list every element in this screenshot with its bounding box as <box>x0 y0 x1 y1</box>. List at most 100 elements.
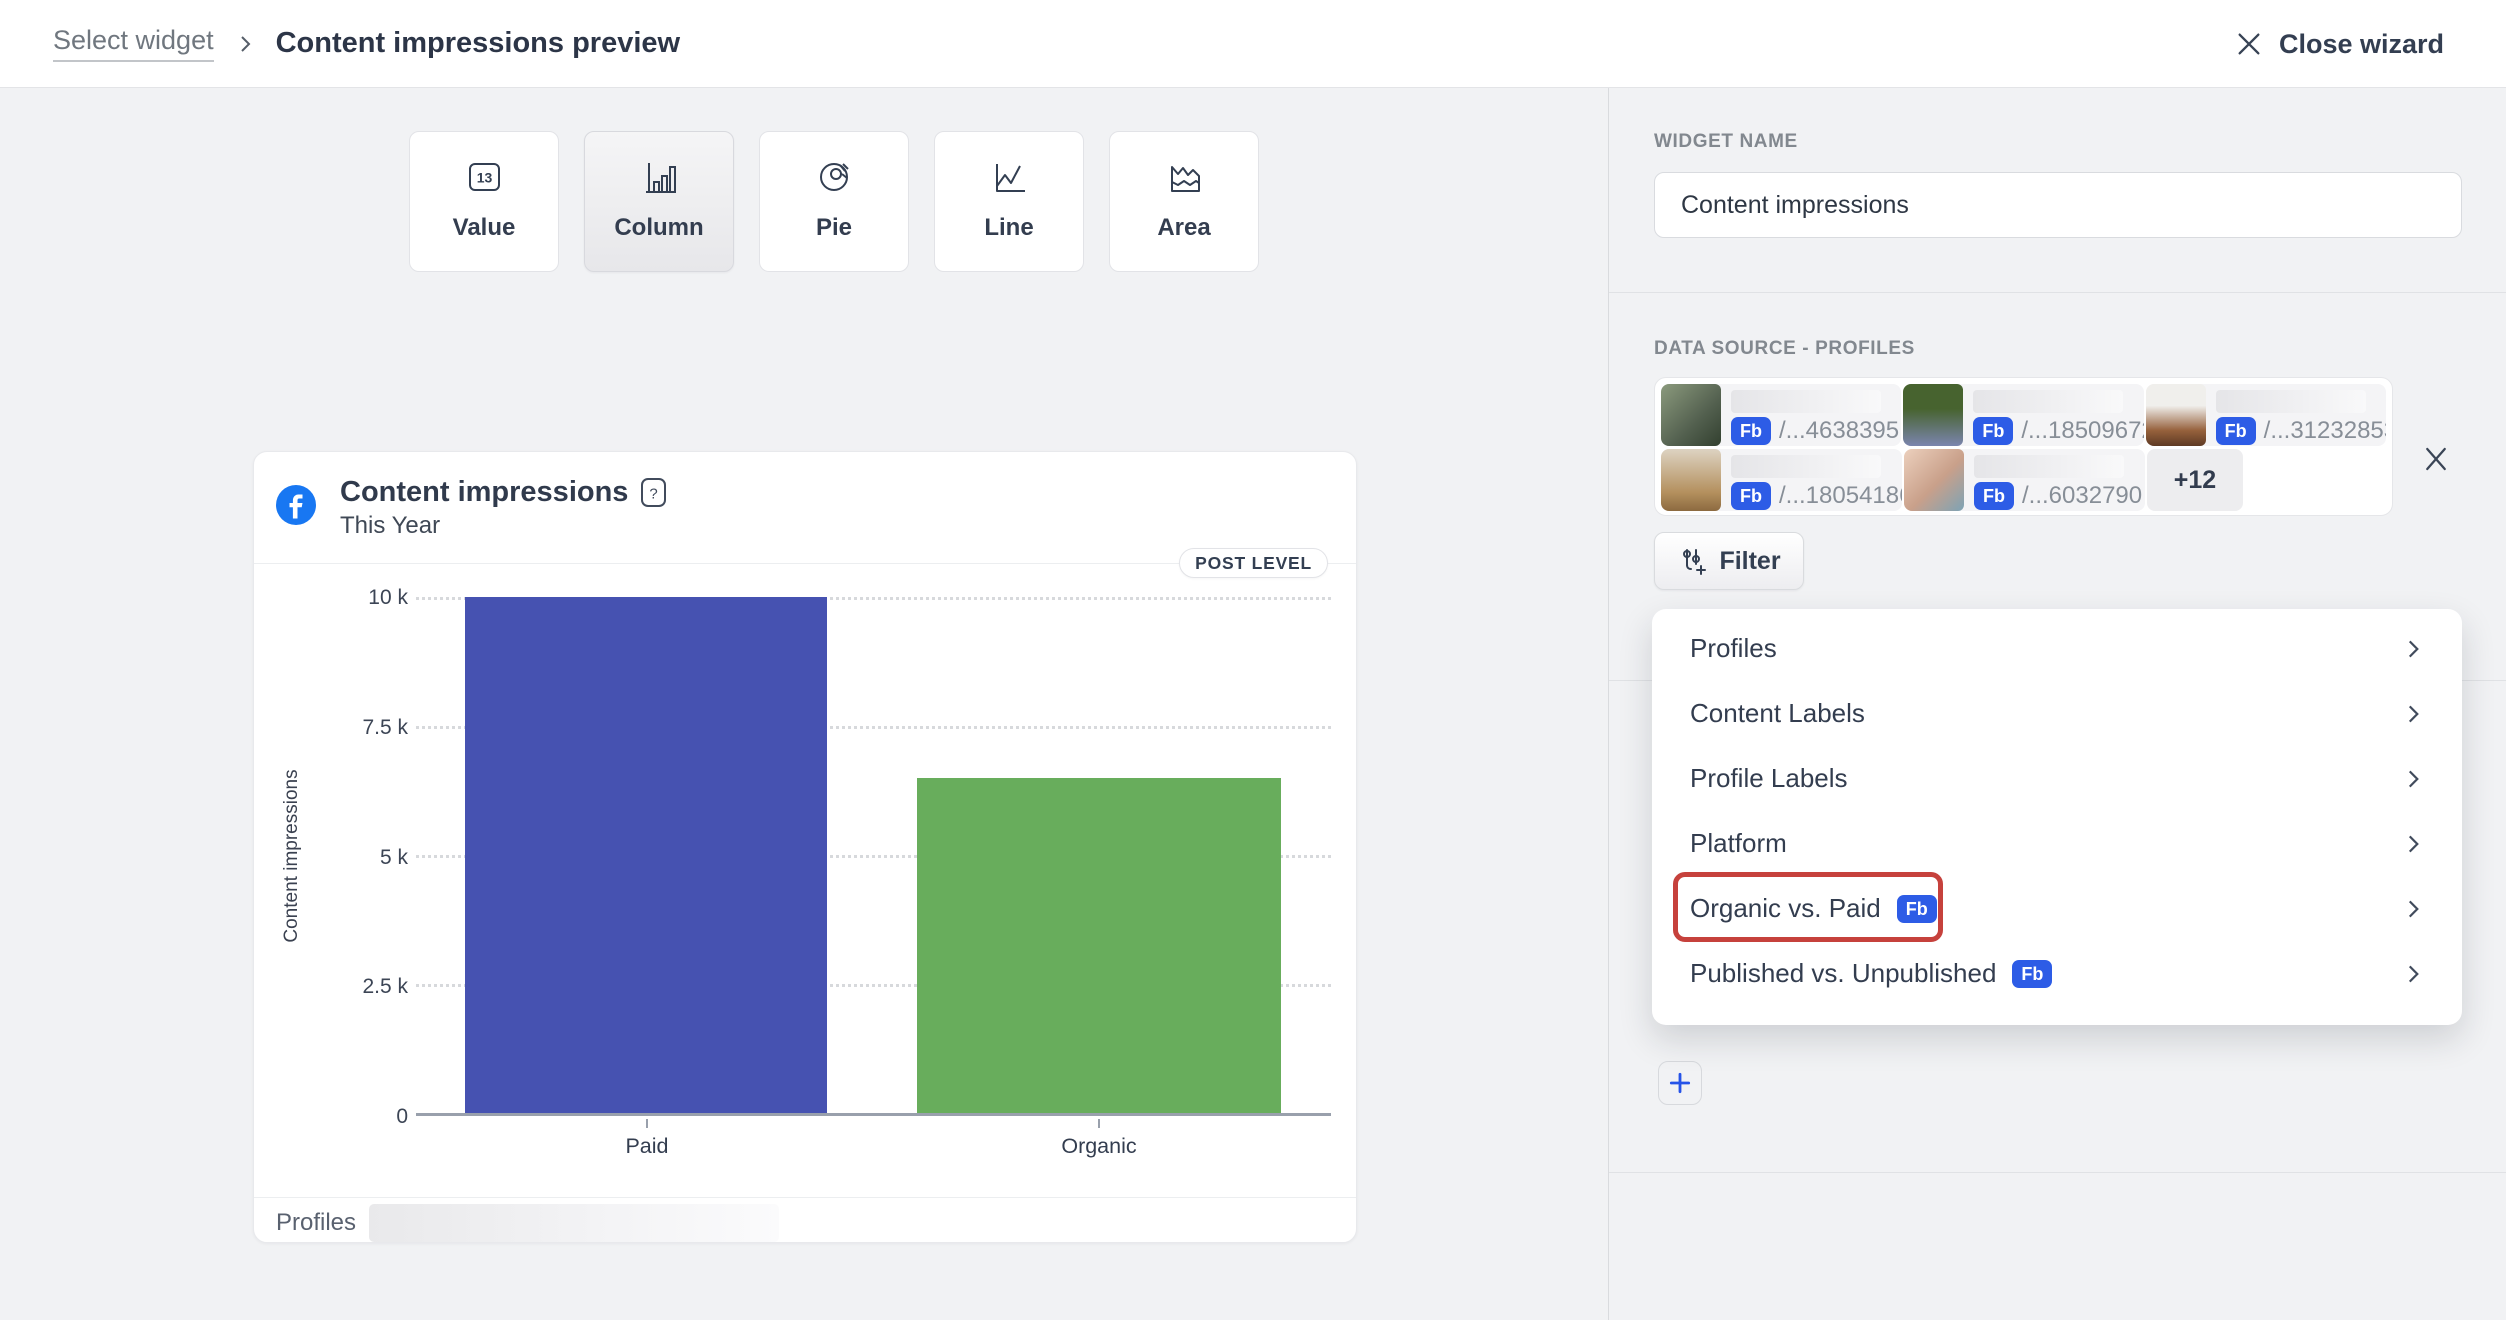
x-category-label: Organic <box>999 1134 1199 1159</box>
filter-menu-item-profile-labels[interactable]: Profile Labels <box>1652 746 2462 811</box>
name-skeleton <box>1731 390 1881 413</box>
y-tick-label: 0 <box>324 1105 408 1129</box>
y-tick-label: 10 k <box>324 586 408 610</box>
plus-icon <box>1667 1070 1693 1096</box>
avatar <box>1904 449 1964 511</box>
profile-handle: /...18509672 <box>2021 417 2143 445</box>
y-axis-title: Content impressions <box>281 769 303 942</box>
breadcrumb-back-link[interactable]: Select widget <box>53 25 214 62</box>
close-icon <box>2421 444 2451 474</box>
filter-sliders-icon <box>1677 546 1707 576</box>
chevron-right-icon <box>2400 766 2426 792</box>
avatar <box>1661 449 1721 511</box>
more-profiles-chip[interactable]: +12 <box>2147 449 2243 511</box>
x-tick <box>646 1119 648 1128</box>
post-level-badge: POST LEVEL <box>1179 548 1328 578</box>
facebook-badge: Fb <box>1731 482 1771 510</box>
profile-chip[interactable]: Fb /...4638395 <box>1661 384 1901 446</box>
chevron-right-icon <box>2400 896 2426 922</box>
widget-type-value[interactable]: 13 Value <box>409 131 559 272</box>
profile-chip[interactable]: Fb /...18509672 <box>1903 384 2143 446</box>
widget-type-label: Column <box>614 214 703 242</box>
pie-widget-icon <box>811 154 857 200</box>
facebook-badge: Fb <box>2216 417 2256 445</box>
widget-type-pie[interactable]: Pie <box>759 131 909 272</box>
filter-menu-item-content-labels[interactable]: Content Labels <box>1652 681 2462 746</box>
profile-handle: /...6032790 <box>2022 482 2142 510</box>
bar-organic <box>917 778 1281 1113</box>
facebook-badge: Fb <box>2012 960 2052 988</box>
data-source-label: DATA SOURCE - PROFILES <box>1654 338 1915 360</box>
chevron-right-icon <box>2400 701 2426 727</box>
filter-menu-item-platform[interactable]: Platform <box>1652 811 2462 876</box>
profile-chip[interactable]: Fb /...18054186 <box>1661 449 1902 511</box>
chart-plot <box>416 597 1331 1116</box>
widget-type-label: Area <box>1157 214 1210 242</box>
filter-menu-item-profiles[interactable]: Profiles <box>1652 616 2462 681</box>
y-tick-label: 7.5 k <box>324 716 408 740</box>
avatar <box>1903 384 1963 446</box>
filter-menu-item-published-vs-unpublished[interactable]: Published vs. Unpublished Fb <box>1652 941 2462 1006</box>
profiles-skeleton <box>369 1204 779 1242</box>
facebook-badge: Fb <box>1973 417 2013 445</box>
filter-button[interactable]: Filter <box>1654 532 1804 590</box>
widget-name-label: WIDGET NAME <box>1654 131 1798 153</box>
y-tick-label: 5 k <box>324 846 408 870</box>
chevron-right-icon <box>2400 831 2426 857</box>
add-widget-section-button[interactable] <box>1658 1061 1702 1105</box>
name-skeleton <box>2216 390 2366 413</box>
facebook-badge: Fb <box>1897 895 1937 923</box>
avatar <box>2146 384 2206 446</box>
profile-handle: /...4638395 <box>1779 417 1899 445</box>
facebook-icon <box>276 485 316 525</box>
close-icon <box>2235 30 2263 58</box>
profile-handle: /...18054186 <box>1779 482 1902 510</box>
avatar <box>1661 384 1721 446</box>
x-tick <box>1098 1119 1100 1128</box>
close-wizard-button[interactable]: Close wizard <box>2235 0 2444 88</box>
topbar: Select widget Content impressions previe… <box>0 0 2506 88</box>
profile-chip[interactable]: Fb /...31232853 <box>2146 384 2386 446</box>
filter-menu-item-organic-vs-paid[interactable]: Organic vs. Paid Fb <box>1652 876 2462 941</box>
section-divider <box>1609 1172 2506 1173</box>
widget-type-area[interactable]: Area <box>1109 131 1259 272</box>
bar-paid <box>465 597 827 1113</box>
card-footer-divider <box>254 1197 1356 1198</box>
widget-type-label: Line <box>984 214 1033 242</box>
y-tick-label: 2.5 k <box>324 975 408 999</box>
y-axis-labels: 10 k 7.5 k 5 k 2.5 k 0 <box>324 597 408 1116</box>
chevron-right-icon <box>2400 961 2426 987</box>
widget-type-line[interactable]: Line <box>934 131 1084 272</box>
remove-data-source-button[interactable] <box>2421 444 2451 474</box>
section-divider <box>1609 292 2506 293</box>
name-skeleton <box>1974 455 2124 478</box>
area-widget-icon <box>1161 154 1207 200</box>
profiles-footer-label: Profiles <box>276 1209 356 1237</box>
chart-title: Content impressions <box>340 476 628 509</box>
svg-text:13: 13 <box>477 170 493 186</box>
facebook-badge: Fb <box>1974 482 2014 510</box>
profile-chips-container: Fb /...4638395 Fb /...18509672 Fb /...31… <box>1654 377 2393 516</box>
widget-name-input[interactable] <box>1654 172 2462 238</box>
name-skeleton <box>1731 455 1881 478</box>
sidebar-divider <box>1608 88 1609 1320</box>
x-category-label: Paid <box>547 1134 747 1159</box>
facebook-badge: Fb <box>1731 417 1771 445</box>
name-skeleton <box>1973 390 2123 413</box>
profile-handle: /...31232853 <box>2264 417 2386 445</box>
filter-menu: Profiles Content Labels Profile Labels P… <box>1652 609 2462 1025</box>
value-widget-icon: 13 <box>461 154 507 200</box>
widget-type-column[interactable]: Column <box>584 131 734 272</box>
line-widget-icon <box>986 154 1032 200</box>
chart-period: This Year <box>340 512 440 540</box>
profile-chip[interactable]: Fb /...6032790 <box>1904 449 2145 511</box>
chevron-right-icon <box>2400 636 2426 662</box>
column-widget-icon <box>636 154 682 200</box>
widget-type-label: Value <box>453 214 516 242</box>
breadcrumb-chevron-icon <box>234 33 256 55</box>
svg-text:?: ? <box>650 486 658 503</box>
help-icon[interactable]: ? <box>640 477 667 508</box>
page-title: Content impressions preview <box>276 27 681 60</box>
chart-preview-card: Content impressions ? This Year POST LEV… <box>253 451 1357 1243</box>
widget-type-label: Pie <box>816 214 852 242</box>
